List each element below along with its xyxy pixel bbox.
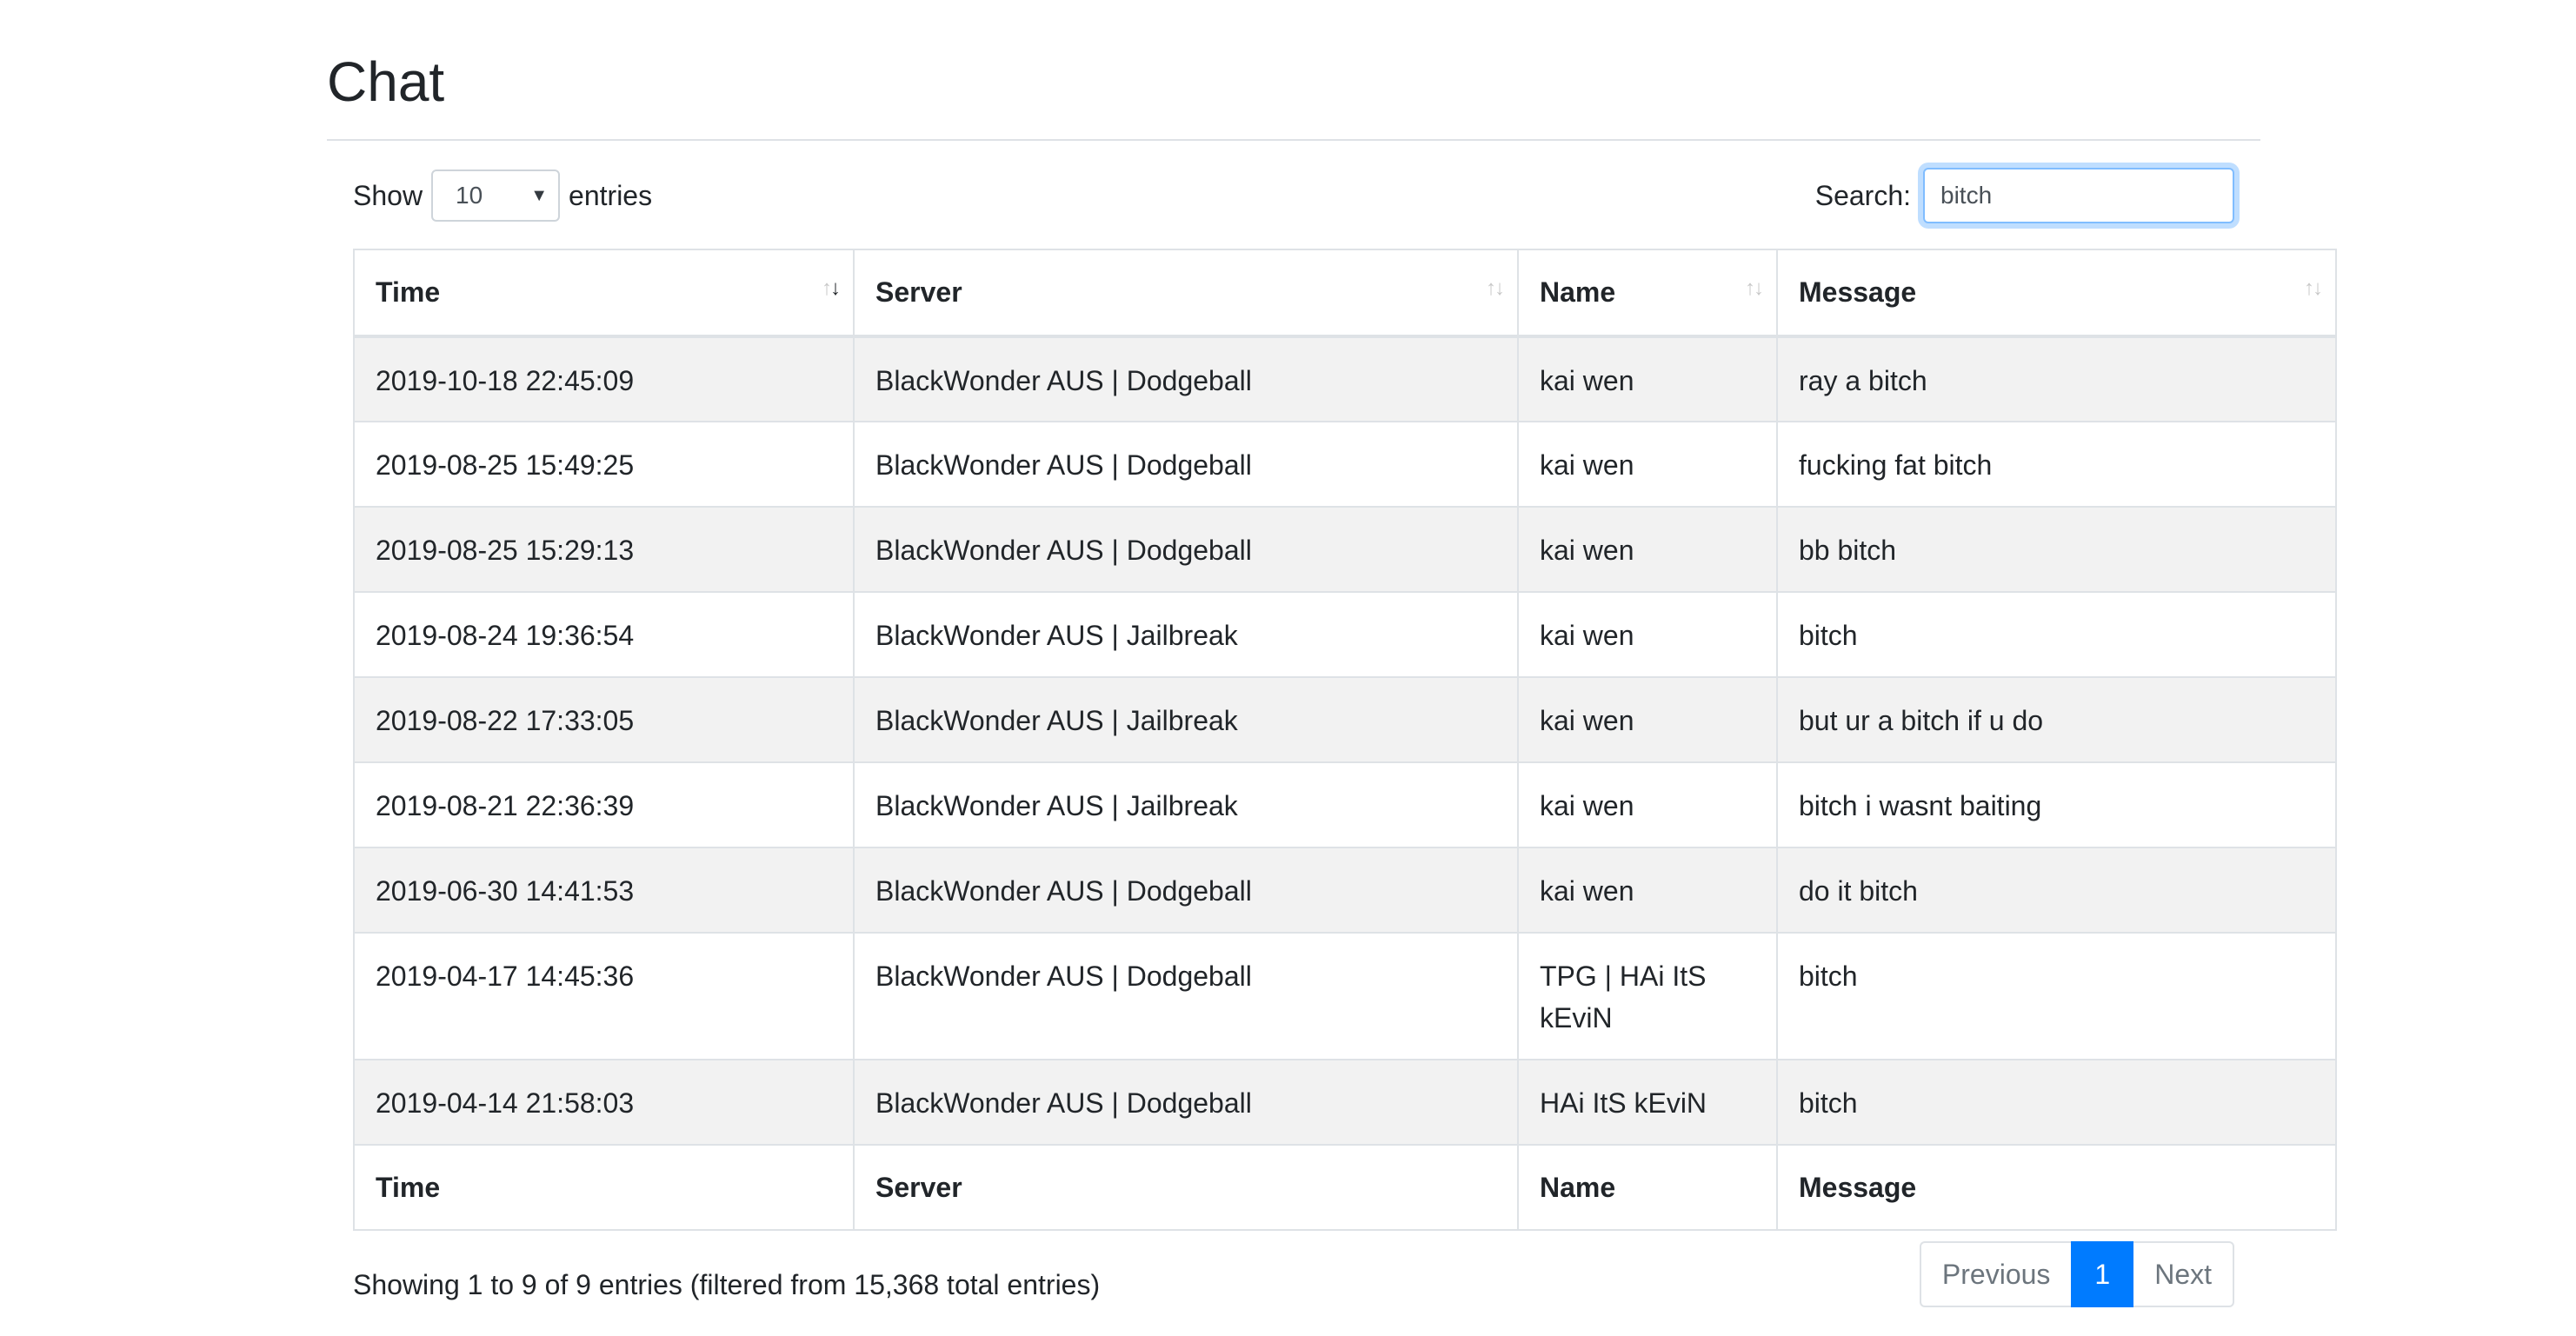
next-page-button[interactable]: Next xyxy=(2133,1241,2234,1307)
cell-message: bitch xyxy=(1776,591,2337,678)
sort-arrows-icon: ↑↓ xyxy=(2304,276,2323,300)
page-title: Chat xyxy=(327,50,445,113)
cell-time: 2019-08-25 15:29:13 xyxy=(353,506,855,593)
cell-time: 2019-08-25 15:49:25 xyxy=(353,421,855,508)
table-row: 2019-06-30 14:41:53 BlackWonder AUS | Do… xyxy=(353,847,2337,934)
search-label: Search: xyxy=(1814,179,1911,211)
sort-arrows-icon: ↑↓ xyxy=(822,276,841,300)
cell-time: 2019-08-21 22:36:39 xyxy=(353,761,855,848)
chevron-down-icon: ▼ xyxy=(530,186,549,205)
cell-message: bb bitch xyxy=(1776,506,2337,593)
sort-arrows-icon: ↑↓ xyxy=(1486,276,1505,300)
cell-server: BlackWonder AUS | Jailbreak xyxy=(853,761,1519,848)
search-control: Search: xyxy=(1815,168,2234,223)
cell-message: bitch xyxy=(1776,932,2337,1060)
table-header-row: Time ↑↓ Server ↑↓ Name ↑↓ Message ↑↓ xyxy=(353,249,2337,338)
cell-name: kai wen xyxy=(1517,761,1778,848)
table-toolbar: Show 10 ▼ entries Search: xyxy=(353,168,2234,223)
column-header-message[interactable]: Message ↑↓ xyxy=(1776,249,2337,338)
page-1-button[interactable]: 1 xyxy=(2071,1241,2134,1307)
cell-time: 2019-04-14 21:58:03 xyxy=(353,1059,855,1146)
title-divider xyxy=(327,139,2260,141)
table-footer-row: Time Server Name Message xyxy=(353,1144,2337,1231)
table-row: 2019-08-21 22:36:39 BlackWonder AUS | Ja… xyxy=(353,761,2337,848)
search-input[interactable] xyxy=(1923,168,2234,223)
table-row: 2019-08-22 17:33:05 BlackWonder AUS | Ja… xyxy=(353,676,2337,763)
cell-time: 2019-06-30 14:41:53 xyxy=(353,847,855,934)
sort-arrows-icon: ↑↓ xyxy=(1745,276,1764,300)
cell-time: 2019-04-17 14:45:36 xyxy=(353,932,855,1060)
cell-server: BlackWonder AUS | Jailbreak xyxy=(853,591,1519,678)
cell-server: BlackWonder AUS | Dodgeball xyxy=(853,847,1519,934)
table-info-text: Showing 1 to 9 of 9 entries (filtered fr… xyxy=(353,1269,1101,1300)
chat-table: Time ↑↓ Server ↑↓ Name ↑↓ Message ↑↓ 201… xyxy=(353,249,2337,1231)
cell-server: BlackWonder AUS | Jailbreak xyxy=(853,676,1519,763)
cell-name: TPG | HAi ItS kEviN xyxy=(1517,932,1778,1060)
cell-message: fucking fat bitch xyxy=(1776,421,2337,508)
cell-server: BlackWonder AUS | Dodgeball xyxy=(853,932,1519,1060)
table-row: 2019-08-25 15:29:13 BlackWonder AUS | Do… xyxy=(353,506,2337,593)
cell-name: kai wen xyxy=(1517,336,1778,422)
cell-server: BlackWonder AUS | Dodgeball xyxy=(853,421,1519,508)
entries-label: entries xyxy=(569,179,653,211)
show-label: Show xyxy=(353,179,423,211)
cell-message: ray a bitch xyxy=(1776,336,2337,422)
cell-time: 2019-08-24 19:36:54 xyxy=(353,591,855,678)
table-row: 2019-10-18 22:45:09 BlackWonder AUS | Do… xyxy=(353,336,2337,422)
cell-server: BlackWonder AUS | Dodgeball xyxy=(853,1059,1519,1146)
column-header-name[interactable]: Name ↑↓ xyxy=(1517,249,1778,338)
table-row: 2019-04-17 14:45:36 BlackWonder AUS | Do… xyxy=(353,932,2337,1060)
cell-name: kai wen xyxy=(1517,847,1778,934)
entries-per-page-value: 10 xyxy=(456,182,483,209)
column-header-time[interactable]: Time ↑↓ xyxy=(353,249,855,338)
cell-server: BlackWonder AUS | Dodgeball xyxy=(853,336,1519,422)
table-row: 2019-04-14 21:58:03 BlackWonder AUS | Do… xyxy=(353,1059,2337,1146)
column-header-server[interactable]: Server ↑↓ xyxy=(853,249,1519,338)
table-row: 2019-08-25 15:49:25 BlackWonder AUS | Do… xyxy=(353,421,2337,508)
cell-name: HAi ItS kEviN xyxy=(1517,1059,1778,1146)
entries-length-control: Show 10 ▼ entries xyxy=(353,168,652,223)
cell-message: do it bitch xyxy=(1776,847,2337,934)
cell-name: kai wen xyxy=(1517,506,1778,593)
cell-name: kai wen xyxy=(1517,591,1778,678)
cell-server: BlackWonder AUS | Dodgeball xyxy=(853,506,1519,593)
previous-page-button[interactable]: Previous xyxy=(1919,1241,2072,1307)
footer-header-server: Server xyxy=(853,1144,1519,1231)
footer-header-time: Time xyxy=(353,1144,855,1231)
table-row: 2019-08-24 19:36:54 BlackWonder AUS | Ja… xyxy=(353,591,2337,678)
cell-name: kai wen xyxy=(1517,676,1778,763)
cell-message: bitch xyxy=(1776,1059,2337,1146)
footer-header-name: Name xyxy=(1517,1144,1778,1231)
cell-message: but ur a bitch if u do xyxy=(1776,676,2337,763)
pagination: Previous 1 Next xyxy=(1919,1241,2234,1307)
footer-header-message: Message xyxy=(1776,1144,2337,1231)
cell-message: bitch i wasnt baiting xyxy=(1776,761,2337,848)
cell-time: 2019-10-18 22:45:09 xyxy=(353,336,855,422)
cell-name: kai wen xyxy=(1517,421,1778,508)
entries-per-page-select[interactable]: 10 ▼ xyxy=(431,169,561,222)
cell-time: 2019-08-22 17:33:05 xyxy=(353,676,855,763)
